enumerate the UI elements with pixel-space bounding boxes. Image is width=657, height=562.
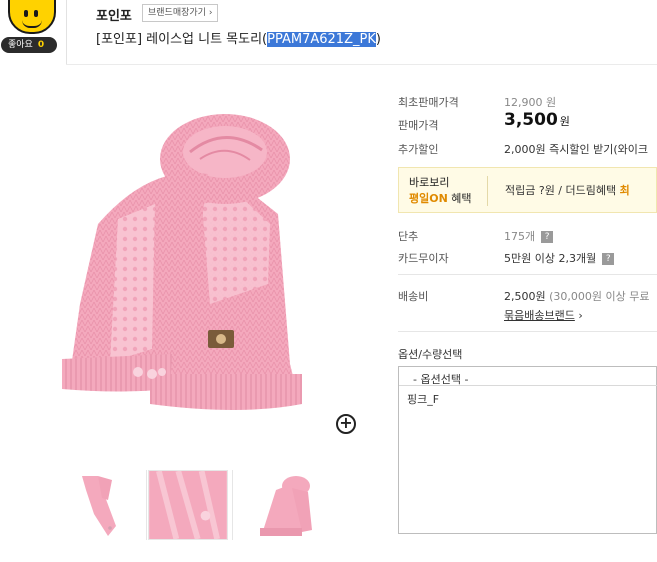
- title-prefix: [포인포] 레이스업 니트 목도리(: [96, 32, 268, 47]
- brand-name[interactable]: 포인포: [96, 5, 132, 24]
- option-section-title: 옵션/수량선택: [398, 348, 463, 361]
- baro-divider: [487, 176, 488, 206]
- baro-benefit-text: 적립금 ?원 / 더드림혜택: [505, 184, 620, 197]
- like-badge[interactable]: 좋아요 0: [0, 0, 62, 60]
- baro-title: 바로보리: [409, 176, 450, 189]
- section-divider: [398, 274, 657, 275]
- sale-price-label: 판매가격: [398, 119, 439, 132]
- thumb-divider: [232, 470, 233, 540]
- card-installment-label: 카드무이자: [398, 252, 449, 265]
- help-icon[interactable]: ?: [541, 231, 554, 243]
- title-suffix: ): [375, 32, 381, 47]
- sale-price: 3,500 원: [504, 110, 570, 130]
- product-info-panel: 최초판매가격 12,900 원 판매가격 3,500 원 추가할인 2,000원 …: [398, 0, 657, 562]
- thumbnail-2[interactable]: [148, 470, 228, 540]
- bundle-brand-text: 묶음배송브랜드: [504, 309, 575, 322]
- baro-benefit-highlight: 최: [619, 184, 630, 197]
- thumbnail-3[interactable]: [246, 470, 326, 540]
- title-product-code: PPAM7A621Z_PK: [267, 32, 376, 47]
- first-price-label: 최초판매가격: [398, 96, 459, 109]
- zoom-plus-button[interactable]: +: [336, 414, 356, 434]
- like-label: 좋아요: [8, 40, 33, 50]
- header-divider: [66, 0, 67, 64]
- section-divider: [398, 331, 657, 332]
- option-divider: [399, 385, 657, 386]
- brand-shop-button[interactable]: 브랜드매장가기 ›: [142, 4, 219, 22]
- shipping-label: 배송비: [398, 290, 429, 303]
- chevron-right-icon: ›: [578, 309, 583, 322]
- smiley-icon: [8, 0, 56, 34]
- like-count: 0: [37, 40, 45, 50]
- unit-value: 175개: [504, 230, 536, 243]
- sale-price-value: 3,500: [504, 110, 558, 130]
- extra-discount-label: 추가할인: [398, 143, 439, 156]
- baro-benefit: 적립금 ?원 / 더드림혜택 최: [505, 182, 630, 198]
- baro-delivery-banner[interactable]: 바로보리 평일ON 혜택 적립금 ?원 / 더드림혜택 최: [398, 167, 657, 213]
- unit-label: 단추: [398, 230, 419, 243]
- baro-benefit-word: 혜택: [447, 192, 472, 205]
- product-title: [포인포] 레이스업 니트 목도리(PPAM7A621Z_PK): [96, 28, 381, 47]
- first-price-value: 12,900 원: [504, 96, 557, 109]
- baro-weekday-on: 평일ON: [409, 192, 448, 205]
- shipping-row: 2,500원 (30,000원 이상 무료: [504, 288, 650, 304]
- sale-price-unit: 원: [559, 115, 570, 128]
- extra-discount-link[interactable]: 2,000원 즉시할인 받기(와이크: [504, 141, 648, 157]
- unit-value-row: 175개?: [504, 228, 554, 244]
- option-select-list[interactable]: - 옵션선택 - 핑크_F: [398, 366, 657, 534]
- bundle-brand-link[interactable]: 묶음배송브랜드 ›: [504, 307, 583, 323]
- card-installment-value: 5만원 이상 2,3개월: [504, 252, 597, 265]
- shipping-value: 2,500원: [504, 290, 546, 303]
- card-installment-row: 5만원 이상 2,3개월?: [504, 250, 615, 266]
- thumbnail-1[interactable]: [64, 470, 144, 540]
- help-icon[interactable]: ?: [602, 253, 615, 265]
- baro-subtitle: 평일ON 혜택: [409, 190, 472, 206]
- shipping-note: (30,000원 이상 무료: [545, 290, 650, 303]
- product-main-image[interactable]: [40, 104, 340, 444]
- thumb-divider: [146, 470, 147, 540]
- option-item[interactable]: 핑크_F: [407, 391, 439, 407]
- like-counter[interactable]: 좋아요 0: [1, 37, 57, 53]
